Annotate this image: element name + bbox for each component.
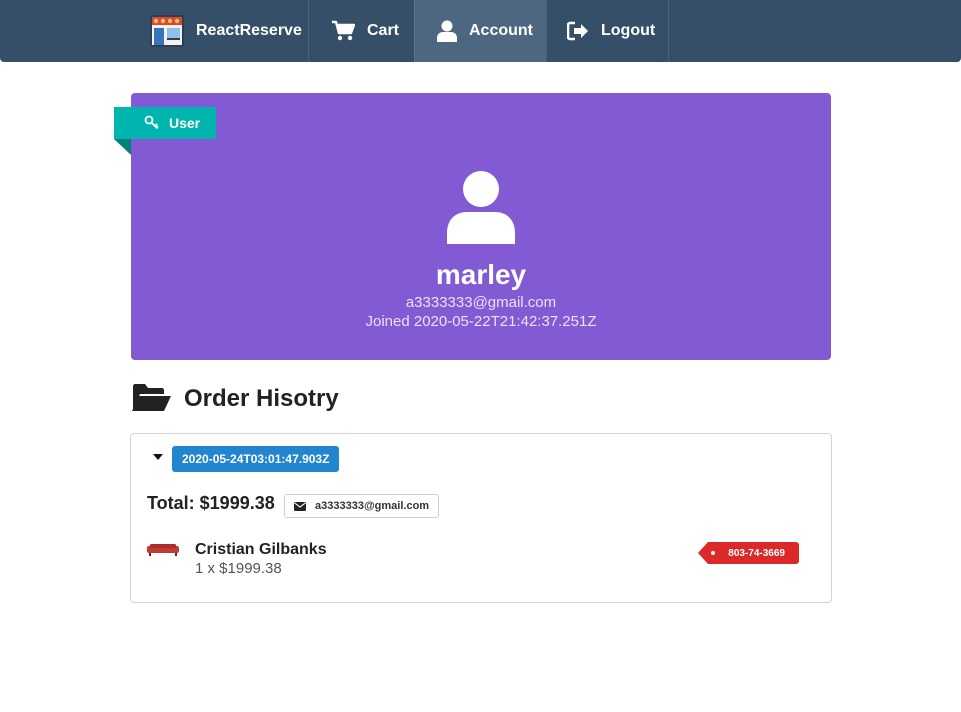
nav-logout-label: Logout: [601, 22, 656, 39]
user-icon: [437, 20, 457, 42]
profile-name: marley: [435, 259, 527, 290]
nav-logout[interactable]: Logout: [546, 0, 669, 62]
profile-card: marley a3333333@gmail.com Joined 2020-05…: [131, 93, 831, 360]
profile-joined-date: Joined 2020-05-22T21:42:37.251Z: [365, 313, 597, 330]
order-date-badge[interactable]: 2020-05-24T03:01:47.903Z: [172, 446, 340, 472]
nav-cart[interactable]: Cart: [308, 0, 414, 62]
dropdown-caret-icon[interactable]: [153, 454, 163, 460]
sign-out-icon: [567, 21, 589, 41]
order-total: Total: $1999.38: [147, 493, 275, 513]
product-sku-tag: 803-74-3669: [698, 542, 799, 564]
product-quantity-price: 1 x $1999.38: [195, 560, 282, 577]
nav-brand[interactable]: ReactReserve: [150, 0, 308, 62]
nav-account[interactable]: Account: [414, 0, 546, 62]
product-sku-text: 803-74-3669: [728, 547, 785, 559]
role-label: User: [169, 115, 201, 131]
user-avatar-icon: [447, 171, 515, 249]
ribbon-fold: [114, 139, 131, 155]
cart-icon: [331, 20, 355, 42]
brand-name: ReactReserve: [196, 22, 302, 39]
product-thumbnail: [147, 543, 179, 561]
nav-cart-label: Cart: [367, 22, 400, 39]
tag-hole: [711, 551, 715, 555]
profile-email: a3333333@gmail.com: [405, 294, 557, 311]
order-history-title: Order Hisotry: [184, 385, 339, 412]
order-email-text: a3333333@gmail.com: [315, 500, 430, 512]
folder-open-icon: [132, 383, 171, 417]
envelope-icon: [294, 501, 306, 511]
nav-account-label: Account: [469, 22, 533, 39]
top-navbar: ReactReserve Cart Account Logout: [0, 0, 961, 62]
role-ribbon: User: [114, 107, 216, 139]
order-email-label: a3333333@gmail.com: [284, 494, 440, 518]
product-name[interactable]: Cristian Gilbanks: [195, 541, 327, 559]
store-logo-icon: [150, 15, 184, 47]
order-accordion: 2020-05-24T03:01:47.903Z Total: $1999.38…: [130, 433, 832, 603]
key-icon: [144, 115, 160, 134]
